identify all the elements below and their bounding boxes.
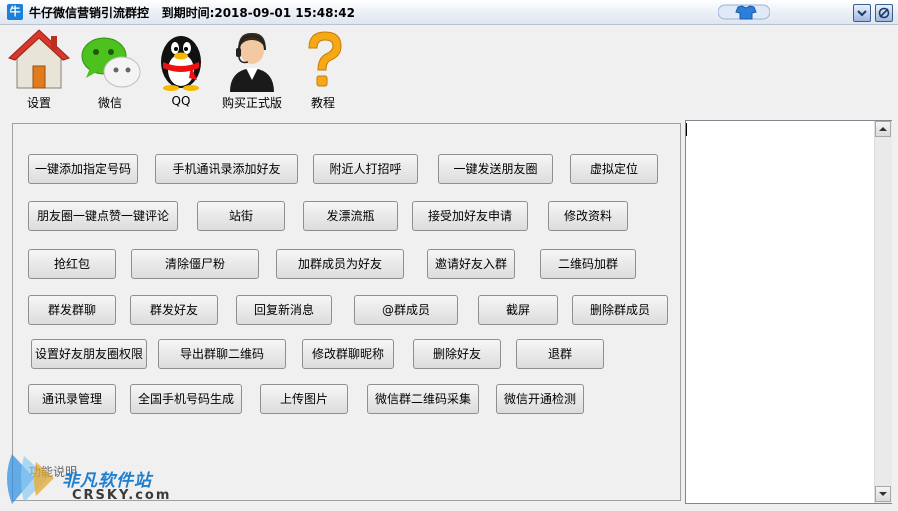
- chevron-down-icon: [879, 492, 887, 496]
- drift-bottle-button[interactable]: 发漂流瓶: [303, 201, 398, 231]
- toolbar-buy-full[interactable]: 购买正式版: [220, 28, 284, 111]
- title-bar: 牛 牛仔微信营销引流群控 到期时间:2018-09-01 15:48:42: [0, 0, 898, 25]
- moments-like-comment-button[interactable]: 朋友圈一键点赞一键评论: [28, 201, 178, 231]
- delete-group-members-button[interactable]: 删除群成员: [572, 295, 668, 325]
- minimize-button[interactable]: [853, 4, 871, 22]
- accept-friend-requests-button[interactable]: 接受加好友申请: [412, 201, 528, 231]
- app-title: 牛仔微信营销引流群控: [29, 6, 150, 20]
- edit-profile-button[interactable]: 修改资料: [548, 201, 628, 231]
- toolbar-label: 教程: [310, 96, 335, 110]
- screenshot-button[interactable]: 截屏: [478, 295, 558, 325]
- wechat-icon: [81, 37, 141, 88]
- one-click-post-moments-button[interactable]: 一键发送朋友圈: [438, 154, 553, 184]
- invite-friends-to-group-button[interactable]: 邀请好友入群: [427, 249, 515, 279]
- add-group-members-as-friends-button[interactable]: 加群成员为好友: [276, 249, 404, 279]
- watermark-text-en: CRSKY.com: [72, 488, 172, 503]
- vertical-scrollbar[interactable]: [874, 121, 892, 503]
- upload-image-button[interactable]: 上传图片: [260, 384, 348, 414]
- window-title: 牛仔微信营销引流群控 到期时间:2018-09-01 15:48:42: [29, 4, 355, 21]
- question-mark-icon: [308, 31, 342, 87]
- qq-penguin-icon: [161, 36, 201, 91]
- expiry-time: 到期时间:2018-09-01 15:48:42: [161, 6, 355, 20]
- minimize-icon: [857, 10, 867, 17]
- text-caret: [686, 123, 687, 136]
- clear-zombie-fans-button[interactable]: 清除僵尸粉: [131, 249, 259, 279]
- at-group-members-button[interactable]: @群成员: [354, 295, 458, 325]
- nearby-greet-button[interactable]: 附近人打招呼: [313, 154, 418, 184]
- stand-street-button[interactable]: 站街: [197, 201, 285, 231]
- wechat-group-qr-collect-button[interactable]: 微信群二维码采集: [367, 384, 479, 414]
- delete-friends-button[interactable]: 删除好友: [413, 339, 501, 369]
- toolbar-wechat[interactable]: 微信: [78, 28, 142, 111]
- toolbar-label: 购买正式版: [221, 96, 282, 110]
- group-send-friends-button[interactable]: 群发好友: [130, 295, 218, 325]
- virtual-location-button[interactable]: 虚拟定位: [570, 154, 658, 184]
- app-icon: 牛: [7, 4, 23, 20]
- contacts-management-button[interactable]: 通讯录管理: [28, 384, 116, 414]
- wechat-activation-check-button[interactable]: 微信开通检测: [496, 384, 584, 414]
- chevron-up-icon: [879, 127, 887, 131]
- close-icon: [878, 7, 890, 19]
- toolbar-label: QQ: [171, 94, 191, 108]
- grab-red-packet-button[interactable]: 抢红包: [28, 249, 116, 279]
- set-moments-permission-button[interactable]: 设置好友朋友圈权限: [31, 339, 147, 369]
- quit-group-button[interactable]: 退群: [516, 339, 604, 369]
- scroll-up-button[interactable]: [875, 121, 891, 137]
- toolbar-label: 微信: [97, 96, 122, 110]
- toolbar-label: 设置: [26, 96, 51, 110]
- phone-contacts-add-friend-button[interactable]: 手机通讯录添加好友: [155, 154, 298, 184]
- national-number-generator-button[interactable]: 全国手机号码生成: [130, 384, 242, 414]
- house-icon: [8, 29, 70, 89]
- group-send-chat-button[interactable]: 群发群聊: [28, 295, 116, 325]
- qr-join-group-button[interactable]: 二维码加群: [540, 249, 636, 279]
- customer-service-icon: [230, 32, 274, 92]
- export-group-qr-button[interactable]: 导出群聊二维码: [158, 339, 286, 369]
- log-textarea[interactable]: [685, 120, 892, 504]
- one-click-add-number-button[interactable]: 一键添加指定号码: [28, 154, 138, 184]
- skin-tshirt-icon[interactable]: [718, 3, 770, 21]
- edit-group-nickname-button[interactable]: 修改群聊昵称: [302, 339, 394, 369]
- toolbar-settings[interactable]: 设置: [7, 28, 71, 111]
- toolbar-tutorial[interactable]: 教程: [291, 28, 355, 111]
- close-button[interactable]: [875, 4, 893, 22]
- reply-new-message-button[interactable]: 回复新消息: [236, 295, 332, 325]
- toolbar-qq[interactable]: QQ: [149, 28, 213, 108]
- scroll-down-button[interactable]: [875, 486, 891, 502]
